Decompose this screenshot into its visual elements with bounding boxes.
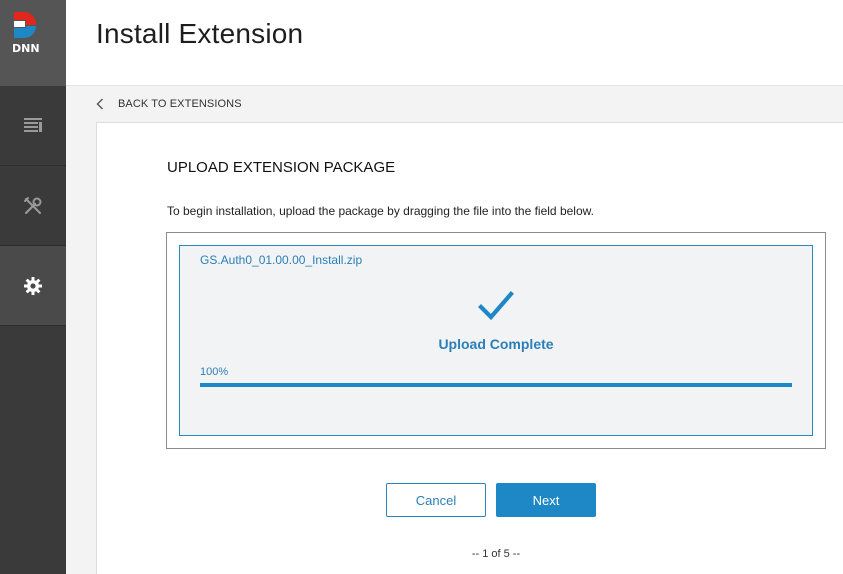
progress-percent: 100% [200, 366, 229, 378]
sidebar-item-pages[interactable] [0, 86, 66, 166]
cancel-button[interactable]: Cancel [386, 483, 486, 517]
logo-text: DNN [12, 42, 40, 55]
back-to-extensions-link[interactable]: BACK TO EXTENSIONS [96, 95, 242, 113]
section-title: UPLOAD EXTENSION PACKAGE [167, 159, 396, 176]
sidebar-item-tools[interactable] [0, 166, 66, 246]
sidebar: DNN [0, 0, 66, 574]
upload-status-text: Upload Complete [438, 336, 554, 352]
page-title: Install Extension [96, 18, 304, 49]
sidebar-item-settings[interactable] [0, 246, 66, 326]
progress-bar-fill [200, 383, 792, 387]
upload-instructions: To begin installation, upload the packag… [167, 204, 594, 218]
step-indicator: -- 1 of 5 -- [471, 548, 521, 560]
chevron-left-icon [96, 98, 103, 110]
dnn-logo[interactable]: DNN [0, 0, 66, 86]
dnn-logo-icon [14, 12, 36, 38]
next-button[interactable]: Next [496, 483, 596, 517]
pages-icon [24, 117, 42, 132]
uploaded-file-name: GS.Auth0_01.00.00_Install.zip [200, 253, 363, 267]
page-header: Install Extension [66, 0, 843, 86]
progress-bar [200, 383, 792, 387]
gear-icon [24, 276, 42, 295]
checkmark-icon [478, 291, 514, 321]
tools-icon [24, 196, 42, 214]
back-link-label: BACK TO EXTENSIONS [118, 98, 242, 110]
